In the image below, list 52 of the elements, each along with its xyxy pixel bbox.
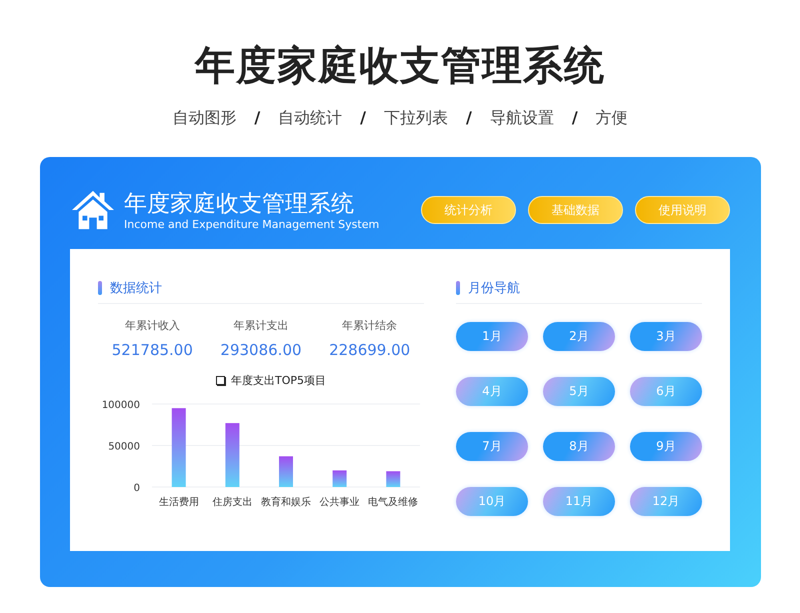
month-button[interactable]: 1月	[456, 322, 528, 351]
month-button[interactable]: 4月	[456, 377, 528, 406]
section-title: 月份导航	[468, 280, 520, 297]
chart-title: 年度支出TOP5项目	[230, 373, 326, 388]
month-button[interactable]: 12月	[630, 487, 702, 516]
axis-category-label: 公共事业	[320, 497, 360, 508]
nav-button[interactable]: 使用说明	[635, 196, 730, 224]
stat-label: 年累计收入	[124, 318, 180, 333]
section-marker	[98, 281, 102, 295]
month-button[interactable]: 10月	[456, 487, 528, 516]
stat-value: 521785.00	[112, 341, 193, 359]
axis-category-label: 生活费用	[158, 497, 199, 508]
month-button[interactable]: 7月	[456, 432, 528, 461]
axis-tick-label: 100000	[102, 400, 140, 411]
separator: /	[253, 108, 262, 129]
axis-category-label: 教育和娱乐	[261, 497, 311, 508]
month-button[interactable]: 5月	[543, 377, 615, 406]
month-button[interactable]: 2月	[543, 322, 615, 351]
stat-value: 293086.00	[220, 341, 302, 359]
section-title: 数据统计	[110, 280, 162, 297]
bullet-icon	[216, 376, 225, 385]
house-icon	[70, 189, 116, 231]
section-marker	[456, 281, 460, 295]
feature-label: 方便	[596, 108, 628, 129]
feature-label: 下拉列表	[384, 108, 448, 129]
system-subtitle: Income and Expenditure Management System	[124, 218, 380, 230]
month-button[interactable]: 8月	[543, 432, 615, 461]
feature-label: 自动统计	[278, 108, 342, 129]
separator: /	[570, 108, 579, 129]
chart-bar	[279, 456, 293, 487]
stat-label: 年累计支出	[233, 318, 288, 333]
month-button[interactable]: 11月	[543, 487, 615, 516]
nav-button[interactable]: 统计分析	[421, 196, 516, 224]
feature-label: 导航设置	[490, 108, 554, 129]
axis-category-label: 住房支出	[212, 497, 252, 508]
chart-bar	[386, 471, 400, 487]
axis-tick-label: 50000	[108, 442, 140, 452]
axis-tick-label: 0	[134, 483, 140, 494]
stat-label: 年累计结余	[342, 318, 398, 333]
nav-button[interactable]: 基础数据	[528, 196, 623, 224]
month-button[interactable]: 6月	[630, 377, 702, 406]
separator: /	[359, 108, 367, 129]
separator: /	[465, 108, 473, 129]
page-title: 年度家庭收支管理系统	[195, 42, 605, 91]
system-title: 年度家庭收支管理系统	[124, 190, 355, 218]
feature-label: 自动图形	[172, 108, 236, 129]
chart-bar	[225, 423, 240, 487]
chart-bar	[332, 470, 347, 487]
month-button[interactable]: 3月	[630, 322, 702, 351]
stat-value: 228699.00	[329, 341, 410, 359]
month-button[interactable]: 9月	[630, 432, 702, 461]
axis-category-label: 电气及维修	[368, 497, 418, 508]
